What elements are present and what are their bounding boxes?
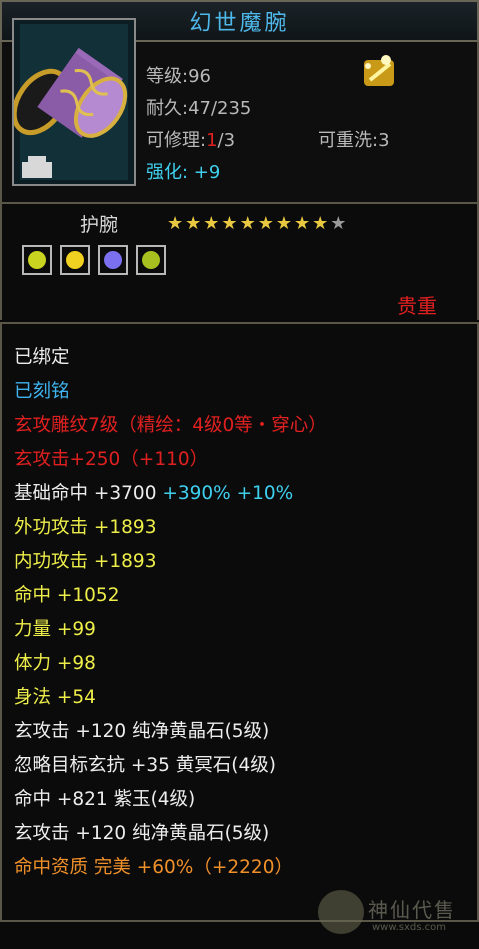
- item-durability: 耐久:47/235: [146, 98, 252, 119]
- star-filled-icon: ★: [239, 213, 256, 234]
- bracer-item-icon: [11, 18, 136, 186]
- gem-sockets: [22, 245, 166, 275]
- watermark-logo-icon: [318, 890, 364, 934]
- star-filled-icon: ★: [203, 213, 220, 234]
- attribute-line: 外功攻击 +1893: [14, 516, 156, 540]
- attribute-line: 玄攻击+250（+110）: [14, 448, 208, 472]
- star-filled-icon: ★: [275, 213, 292, 234]
- attribute-text: 体力 +98: [14, 653, 96, 674]
- repair-total: /3: [217, 130, 236, 151]
- star-filled-icon: ★: [167, 213, 184, 234]
- attribute-text: 命中 +1052: [14, 585, 120, 606]
- attribute-line: 命中 +821 紫玉(4级): [14, 788, 195, 812]
- item-rewash: 可重洗:3: [318, 130, 390, 151]
- attribute-line: 已绑定: [14, 346, 70, 370]
- attribute-text: 玄攻击+250（+110）: [14, 449, 209, 470]
- watermark-url: www.sxds.com: [372, 922, 447, 933]
- item-enhance: 强化: +9: [146, 162, 221, 183]
- attribute-text: 命中 +821 紫玉(4级): [14, 789, 196, 810]
- attribute-text: 已绑定: [14, 347, 70, 368]
- attribute-line: 已刻铭: [14, 380, 70, 404]
- attribute-line: 命中资质 完美 +60%（+2220）: [14, 856, 293, 880]
- item-repair: 可修理:1/3: [146, 126, 235, 152]
- attribute-text: 玄攻击 +120 纯净黄晶石(5级): [14, 721, 270, 742]
- star-filled-icon: ★: [293, 213, 311, 234]
- star-filled-icon: ★: [312, 213, 329, 234]
- bracer-icon: [11, 20, 134, 184]
- repair-current: 1: [206, 130, 218, 151]
- attribute-text: 忽略目标玄抗 +35 黄冥石(4级): [14, 755, 277, 776]
- attribute-text: 已刻铭: [14, 381, 70, 402]
- attribute-line: 基础命中 +3700 +390% +10%: [14, 482, 293, 506]
- attribute-line: 内功攻击 +1893: [14, 550, 156, 574]
- attribute-text: 玄攻雕纹7级（精绘：4级0等・穿心）: [14, 415, 327, 436]
- rarity-label: 贵重: [397, 294, 437, 318]
- star-filled-icon: ★: [185, 213, 202, 234]
- item-level: 等级:96: [146, 66, 211, 87]
- attribute-text: 玄攻击 +120 纯净黄晶石(5级): [14, 823, 270, 844]
- star-filled-icon: ★: [221, 213, 238, 234]
- star-filled-icon: ★: [257, 213, 274, 234]
- attribute-text: 力量 +99: [14, 619, 96, 640]
- gem-purple-icon: [98, 245, 128, 275]
- attribute-line: 玄攻雕纹7级（精绘：4级0等・穿心）: [14, 414, 327, 438]
- attribute-text: 身法 +54: [14, 687, 96, 708]
- gold-sparkle-icon: [364, 55, 394, 86]
- attribute-line: 身法 +54: [14, 686, 96, 710]
- special-attribute-icon: [360, 52, 398, 94]
- equipment-slot-label: 护腕: [80, 214, 119, 236]
- attribute-text: 命中资质 完美 +60%（+2220）: [14, 857, 293, 878]
- attribute-line: 力量 +99: [14, 618, 96, 642]
- attribute-text: 外功攻击 +1893: [14, 517, 157, 538]
- watermark: 神仙代售 www.sxds.com: [318, 890, 468, 942]
- attribute-line: 玄攻击 +120 纯净黄晶石(5级): [14, 822, 269, 846]
- repair-label: 可修理:: [146, 130, 207, 151]
- gem-green-icon: [22, 245, 52, 275]
- attribute-line: 忽略目标玄抗 +35 黄冥石(4级): [14, 754, 276, 778]
- attribute-line: 命中 +1052: [14, 584, 119, 608]
- attribute-text: +390% +10%: [162, 483, 294, 504]
- attribute-line: 体力 +98: [14, 652, 96, 676]
- attribute-text: 内功攻击 +1893: [14, 551, 157, 572]
- star-empty-icon: ★: [330, 213, 347, 234]
- watermark-text: 神仙代售: [368, 898, 456, 922]
- gem-yellow-icon: [60, 245, 90, 275]
- item-title: 幻世魔腕: [189, 11, 290, 36]
- attribute-line: 玄攻击 +120 纯净黄晶石(5级): [14, 720, 269, 744]
- gem-green-icon: [136, 245, 166, 275]
- star-rating: ★ ★ ★ ★ ★ ★ ★ ★ ★ ★: [167, 214, 346, 234]
- attribute-text: 基础命中 +3700: [14, 483, 163, 504]
